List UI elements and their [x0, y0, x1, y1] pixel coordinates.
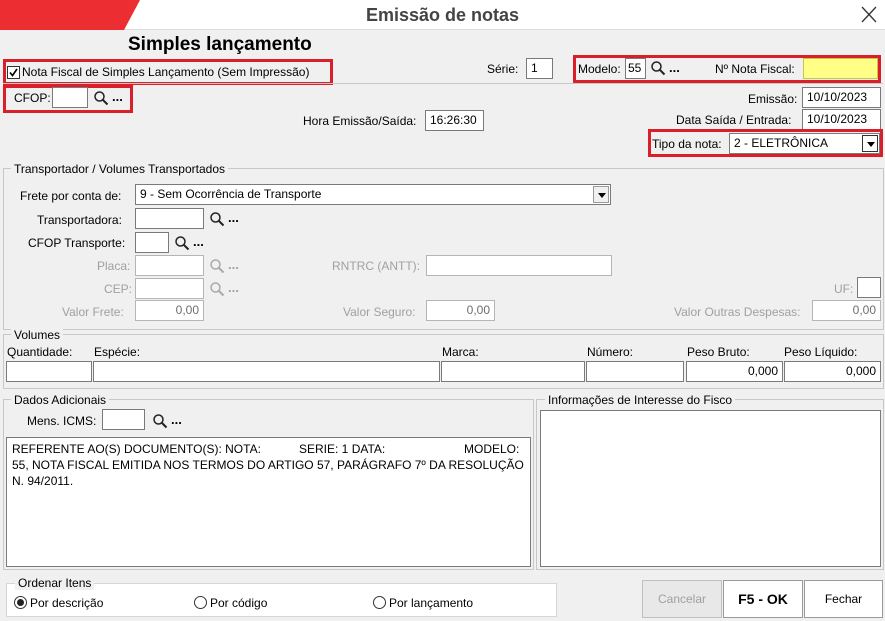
peso-bruto-input[interactable]: 0,000 [686, 361, 783, 382]
valor-frete-input: 0,00 [135, 300, 204, 321]
frete-label: Frete por conta de: [20, 189, 122, 203]
fisco-textarea[interactable] [540, 410, 881, 567]
placa-input [135, 255, 204, 276]
modelo-input[interactable]: 55 [625, 58, 646, 79]
textarea-line2: 55, NOTA FISCAL EMITIDA NOS TERMOS DO AR… [12, 458, 524, 472]
cfop-label: CFOP: [14, 91, 51, 105]
radio-por-codigo[interactable] [194, 596, 207, 609]
mens-icms-ellipsis[interactable]: ... [171, 412, 182, 427]
transportadora-input[interactable] [135, 208, 204, 229]
tipo-nota-value: 2 - ELETRÔNICA [734, 136, 829, 150]
close-button[interactable] [852, 0, 885, 30]
cfop-transporte-search-icon[interactable] [174, 235, 190, 251]
radio-por-codigo-label: Por código [210, 596, 268, 610]
valor-outras-label: Valor Outras Despesas: [674, 305, 801, 319]
data-saida-label: Data Saída / Entrada: [676, 113, 792, 127]
title-bar: Emissão de notas [0, 0, 885, 30]
ordenar-title: Ordenar Itens [15, 576, 95, 590]
especie-input[interactable] [93, 361, 440, 382]
numero-label: Número: [587, 345, 634, 359]
fisco-title: Informações de Interesse do Fisco [545, 393, 736, 407]
rntrc-label: RNTRC (ANTT): [332, 259, 420, 273]
radio-por-descricao-label: Por descrição [30, 596, 104, 610]
modelo-label: Modelo: [578, 62, 621, 76]
transportadora-ellipsis[interactable]: ... [228, 210, 239, 225]
cfop-transporte-input[interactable] [135, 232, 169, 253]
page-heading: Simples lançamento [128, 34, 312, 55]
modelo-search-icon[interactable] [650, 60, 666, 76]
textarea-line1-a: REFERENTE AO(S) DOCUMENTO(S): NOTA: [12, 442, 261, 456]
rntrc-input [426, 255, 612, 276]
mens-icms-label: Mens. ICMS: [27, 414, 97, 428]
mens-icms-search-icon[interactable] [152, 413, 168, 429]
emissao-label: Emissão: [748, 92, 798, 106]
divider-top [3, 83, 883, 84]
simples-checkbox-label: Nota Fiscal de Simples Lançamento (Sem I… [22, 65, 310, 79]
cfop-input[interactable] [52, 87, 88, 108]
textarea-line3: N. 94/2011. [12, 474, 74, 488]
radio-dot [17, 599, 24, 606]
chevron-down-icon[interactable] [593, 186, 609, 203]
transportador-title: Transportador / Volumes Transportados [11, 162, 228, 176]
placa-label: Placa: [97, 259, 131, 273]
serie-label: Série: [487, 62, 519, 76]
checkmark-icon [9, 68, 18, 77]
fechar-button[interactable]: Fechar [804, 580, 883, 618]
close-icon [861, 6, 877, 23]
placa-ellipsis: ... [228, 257, 239, 272]
cfop-search-icon[interactable] [93, 90, 109, 106]
radio-por-lancamento-label: Por lançamento [389, 596, 474, 610]
transportadora-label: Transportadora: [37, 213, 122, 227]
valor-frete-label: Valor Frete: [62, 305, 124, 319]
hora-label: Hora Emissão/Saída: [303, 114, 417, 128]
placa-search-icon [210, 259, 225, 274]
uf-input[interactable] [857, 277, 881, 298]
radio-por-lancamento[interactable] [373, 596, 386, 609]
dados-adicionais-textarea[interactable]: REFERENTE AO(S) DOCUMENTO(S): NOTA: SERI… [6, 437, 531, 567]
transportadora-search-icon[interactable] [209, 211, 225, 227]
textarea-line1-b: SERIE: 1 DATA: [299, 442, 386, 456]
volumes-title: Volumes [11, 328, 64, 342]
quantidade-label: Quantidade: [7, 345, 73, 359]
modelo-ellipsis[interactable]: ... [669, 60, 680, 75]
nota-fiscal-label: Nº Nota Fiscal: [715, 62, 795, 76]
especie-label: Espécie: [94, 345, 141, 359]
peso-bruto-label: Peso Bruto: [687, 345, 750, 359]
uf-label: UF: [834, 282, 854, 296]
chevron-down-icon[interactable] [862, 135, 878, 152]
cep-label: CEP: [104, 282, 133, 296]
nota-fiscal-input[interactable] [803, 58, 878, 79]
mens-icms-input[interactable] [102, 409, 145, 430]
tipo-nota-select[interactable]: 2 - ELETRÔNICA [729, 133, 880, 154]
cep-ellipsis: ... [228, 280, 239, 295]
valor-seguro-input: 0,00 [426, 300, 495, 321]
textarea-line1-c: MODELO: [464, 442, 520, 456]
serie-input[interactable]: 1 [526, 58, 553, 79]
numero-input[interactable] [586, 361, 684, 382]
valor-seguro-label: Valor Seguro: [343, 305, 416, 319]
cfop-ellipsis[interactable]: ... [112, 89, 123, 104]
quantidade-input[interactable] [6, 361, 92, 382]
emissao-input[interactable]: 10/10/2023 [802, 87, 881, 108]
cfop-transporte-ellipsis[interactable]: ... [193, 234, 204, 249]
ok-button[interactable]: F5 - OK [723, 580, 803, 618]
cancelar-button[interactable]: Cancelar [642, 580, 722, 618]
tipo-nota-label: Tipo da nota: [652, 137, 722, 151]
hora-input[interactable]: 16:26:30 [425, 110, 484, 131]
window-title: Emissão de notas [365, 5, 520, 25]
radio-por-descricao[interactable] [14, 596, 27, 609]
simples-checkbox[interactable] [7, 66, 20, 79]
frete-value: 9 - Sem Ocorrência de Transporte [140, 187, 322, 201]
cfop-transporte-label: CFOP Transporte: [28, 236, 126, 250]
marca-input[interactable] [441, 361, 585, 382]
peso-liquido-label: Peso Líquido: [784, 345, 858, 359]
data-saida-input[interactable]: 10/10/2023 [802, 109, 881, 130]
cep-search-icon [210, 282, 225, 297]
frete-select[interactable]: 9 - Sem Ocorrência de Transporte [135, 184, 611, 205]
cep-input [135, 278, 204, 299]
marca-label: Marca: [442, 345, 479, 359]
peso-liquido-input[interactable]: 0,000 [784, 361, 881, 382]
valor-outras-input: 0,00 [812, 300, 881, 321]
dados-adicionais-title: Dados Adicionais [11, 393, 110, 407]
